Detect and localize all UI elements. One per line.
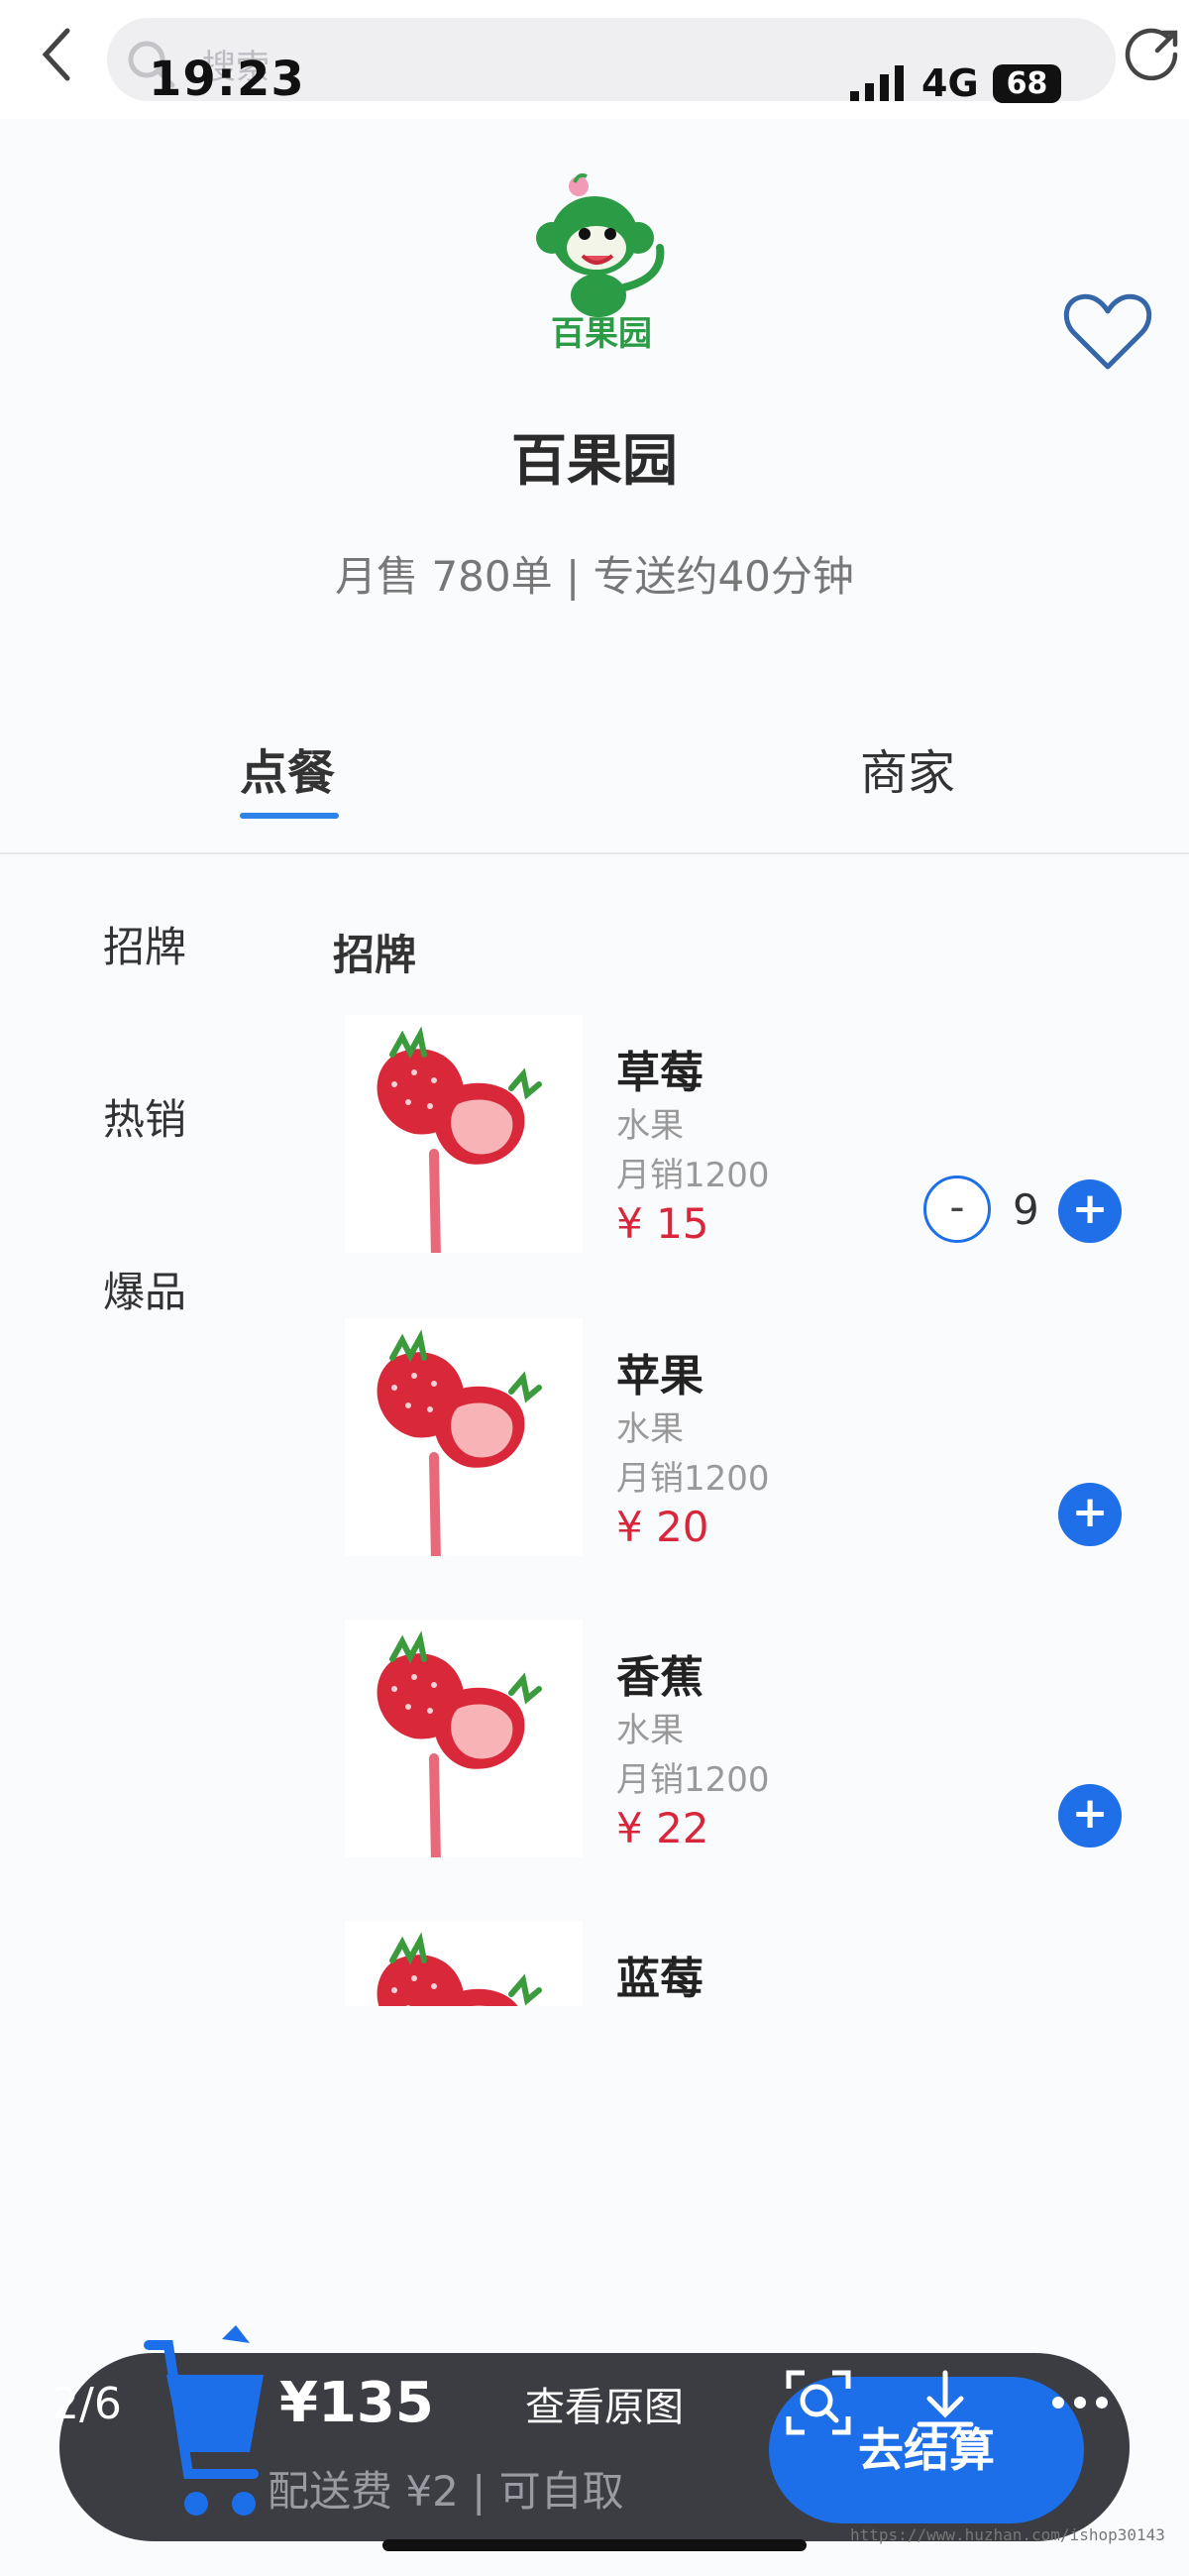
product-sales: 月销1200 bbox=[616, 1760, 770, 1800]
product-sales: 月销1200 bbox=[616, 1156, 770, 1195]
divider bbox=[0, 852, 1189, 854]
product-sales: 月销1200 bbox=[616, 1459, 770, 1499]
favorite-button[interactable] bbox=[1060, 287, 1155, 377]
more-icon[interactable] bbox=[1040, 2363, 1120, 2442]
battery-level: 68 bbox=[992, 63, 1062, 103]
scan-icon[interactable] bbox=[779, 2363, 858, 2442]
signal-icon bbox=[850, 65, 904, 101]
category-signature[interactable]: 招牌 bbox=[103, 914, 186, 974]
quantity-value: 9 bbox=[1013, 1185, 1039, 1234]
cart-total: ¥135 bbox=[279, 2371, 434, 2435]
add-to-cart-button[interactable]: + bbox=[1058, 1784, 1122, 1848]
home-indicator bbox=[382, 2539, 807, 2551]
status-time: 19:23 bbox=[149, 52, 305, 107]
share-button[interactable] bbox=[1124, 22, 1183, 87]
shop-name: 百果园 bbox=[511, 429, 678, 494]
product-price: ¥ 20 bbox=[616, 1503, 709, 1551]
product-category: 水果 bbox=[616, 1711, 684, 1750]
product-image bbox=[345, 1620, 583, 1857]
shop-logo: 百果园 bbox=[536, 172, 665, 354]
status-indicators: 4G 68 bbox=[848, 61, 1062, 105]
section-title: 招牌 bbox=[333, 931, 417, 979]
heart-icon bbox=[1063, 293, 1152, 370]
back-button[interactable] bbox=[28, 22, 87, 87]
product-category: 水果 bbox=[616, 1409, 684, 1449]
product-item[interactable]: 草莓 水果 月销1200 ¥ 15 - 9 + bbox=[333, 1015, 1145, 1292]
network-type: 4G bbox=[921, 61, 979, 105]
increase-quantity-button[interactable]: + bbox=[1058, 1179, 1122, 1243]
shop-meta: 月售 780单 | 专送约40分钟 bbox=[335, 552, 854, 601]
product-name: 苹果 bbox=[616, 1351, 703, 1401]
download-icon[interactable] bbox=[906, 2363, 985, 2442]
tab-bar: 点餐 商家 bbox=[0, 714, 1189, 852]
product-name: 蓝莓 bbox=[616, 1954, 703, 2004]
watermark: https://www.huzhan.com/ishop30143 bbox=[850, 2525, 1165, 2544]
product-image bbox=[345, 1015, 583, 1253]
product-price: ¥ 15 bbox=[616, 1199, 709, 1248]
delivery-fee: 配送费 ¥2 | 可自取 bbox=[268, 2467, 624, 2516]
product-image bbox=[345, 1921, 583, 2006]
logo-text: 百果园 bbox=[551, 314, 652, 354]
product-price: ¥ 22 bbox=[616, 1804, 709, 1852]
category-hot[interactable]: 热销 bbox=[103, 1086, 186, 1147]
product-category: 水果 bbox=[616, 1106, 684, 1146]
top-bar: 搜索 19:23 4G 68 bbox=[0, 0, 1189, 119]
page-counter: 2/6 bbox=[52, 2379, 122, 2429]
product-item[interactable]: 苹果 水果 月销1200 ¥ 20 + bbox=[333, 1318, 1145, 1596]
product-name: 草莓 bbox=[616, 1048, 703, 1098]
add-to-cart-button[interactable]: + bbox=[1058, 1483, 1122, 1546]
tab-merchant[interactable]: 商家 bbox=[860, 733, 955, 803]
tab-order[interactable]: 点餐 bbox=[240, 733, 335, 803]
view-original-button[interactable]: 查看原图 bbox=[525, 2375, 684, 2432]
product-item[interactable]: 香蕉 水果 月销1200 ¥ 22 + bbox=[333, 1620, 1145, 1897]
category-bestseller[interactable]: 爆品 bbox=[103, 1259, 186, 1319]
active-tab-indicator bbox=[240, 813, 339, 819]
product-name: 香蕉 bbox=[616, 1652, 703, 1703]
back-arrow-icon bbox=[42, 28, 70, 81]
product-item[interactable]: 蓝莓 bbox=[333, 1921, 1145, 2006]
cart-icon[interactable] bbox=[127, 2325, 275, 2533]
product-image bbox=[345, 1318, 583, 1556]
decrease-quantity-button[interactable]: - bbox=[923, 1176, 991, 1243]
share-icon bbox=[1125, 28, 1178, 81]
